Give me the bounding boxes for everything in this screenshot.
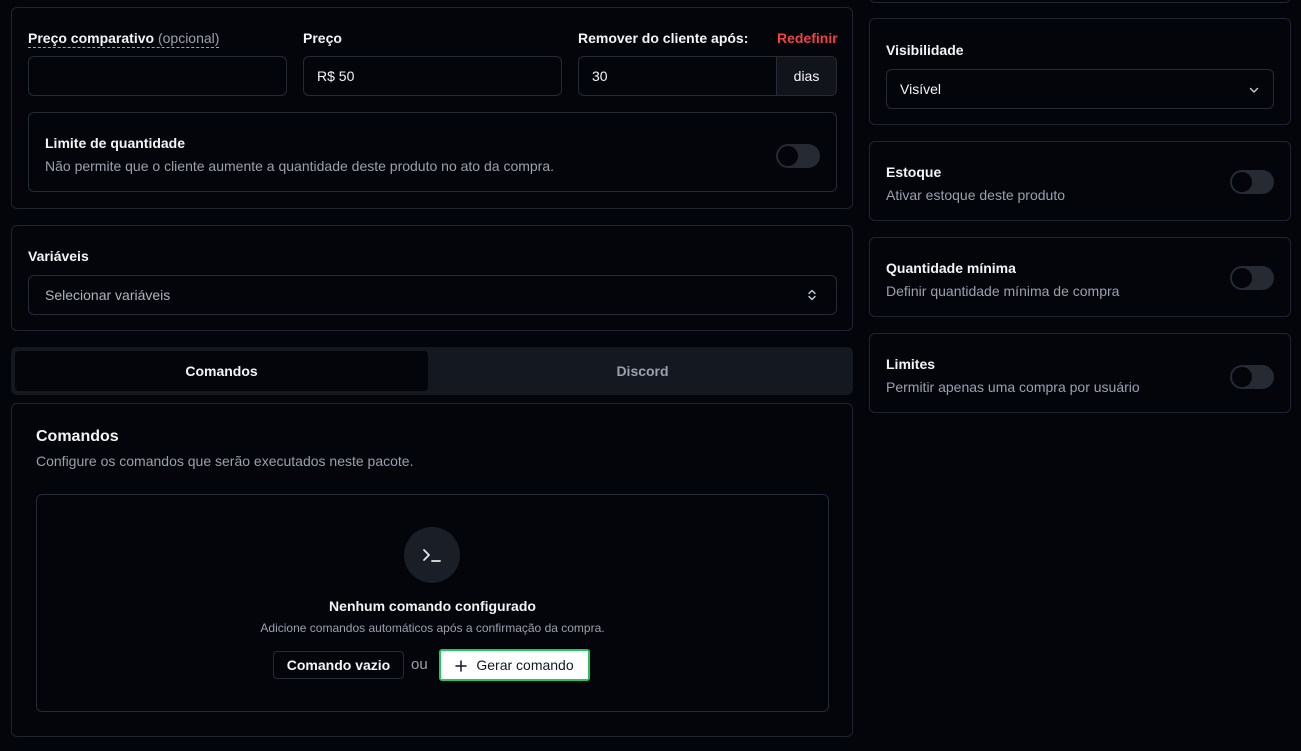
empty-command-button[interactable]: Comando vazio: [273, 651, 404, 679]
quantity-limit-toggle[interactable]: [776, 144, 820, 168]
visibility-label: Visibilidade: [886, 42, 964, 58]
empty-title: Nenhum comando configurado: [329, 598, 536, 614]
stock-title: Estoque: [886, 164, 942, 180]
plus-icon: [455, 659, 468, 672]
remove-after-input[interactable]: 30 dias: [578, 56, 837, 96]
variables-placeholder: Selecionar variáveis: [45, 287, 171, 303]
limits-toggle[interactable]: [1230, 365, 1274, 389]
stock-description: Ativar estoque deste produto: [886, 187, 1066, 203]
visibility-select[interactable]: Visível: [886, 69, 1274, 109]
commands-empty-state: Nenhum comando configurado Adicione coma…: [36, 494, 829, 712]
remove-after-unit: dias: [776, 57, 836, 95]
tabs-bar: Comandos Discord: [11, 347, 853, 395]
commands-title: Comandos: [36, 428, 119, 445]
tab-discord[interactable]: Discord: [436, 351, 849, 391]
empty-description: Adicione comandos automáticos após a con…: [260, 621, 605, 635]
generate-command-button[interactable]: Gerar comando: [439, 649, 590, 681]
min-quantity-toggle[interactable]: [1230, 266, 1274, 290]
min-quantity-description: Definir quantidade mínima de compra: [886, 283, 1120, 299]
visibility-card: Visibilidade Visível: [869, 18, 1291, 125]
commands-card: Comandos Configure os comandos que serão…: [11, 403, 853, 737]
min-quantity-card: Quantidade mínima Definir quantidade mín…: [869, 237, 1291, 317]
commands-subtitle: Configure os comandos que serão executad…: [36, 453, 414, 469]
quantity-limit-box: Limite de quantidade Não permite que o c…: [28, 112, 837, 192]
chevron-down-icon: [1248, 83, 1260, 95]
limits-title: Limites: [886, 356, 936, 372]
quantity-limit-description: Não permite que o cliente aumente a quan…: [45, 158, 555, 174]
stock-toggle[interactable]: [1230, 170, 1274, 194]
variables-select[interactable]: Selecionar variáveis: [28, 275, 837, 315]
reset-link[interactable]: Redefinir: [777, 30, 838, 46]
remove-after-label: Remover do cliente após:: [578, 30, 749, 46]
price-input[interactable]: R$ 50: [303, 56, 562, 96]
visibility-value: Visível: [900, 81, 941, 97]
min-quantity-title: Quantidade mínima: [886, 260, 1016, 276]
tab-comandos[interactable]: Comandos: [15, 351, 428, 391]
or-text: ou: [411, 656, 428, 673]
compare-price-label: Preço comparativo (opcional): [28, 30, 220, 48]
stock-card: Estoque Ativar estoque deste produto: [869, 141, 1291, 221]
variables-card: Variáveis Selecionar variáveis: [11, 225, 853, 331]
variables-label: Variáveis: [28, 248, 89, 264]
top-partial-card: [869, 0, 1291, 3]
compare-price-input[interactable]: [28, 56, 287, 96]
remove-after-value: 30: [592, 68, 608, 84]
generate-command-label: Gerar comando: [476, 657, 574, 673]
limits-description: Permitir apenas uma compra por usuário: [886, 379, 1140, 395]
terminal-icon: [404, 527, 460, 583]
quantity-limit-title: Limite de quantidade: [45, 135, 186, 151]
limits-card: Limites Permitir apenas uma compra por u…: [869, 333, 1291, 413]
pricing-card: Preço comparativo (opcional) Preço R$ 50…: [11, 7, 853, 209]
chevrons-up-down-icon: [805, 288, 819, 302]
price-label: Preço: [303, 30, 342, 46]
